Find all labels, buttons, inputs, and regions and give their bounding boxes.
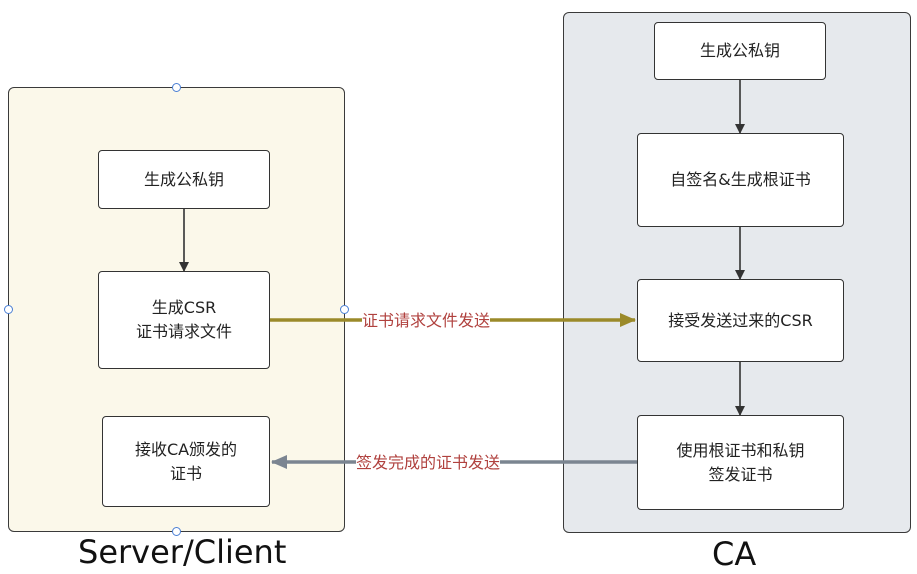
gen-csr-label-line1: 生成CSR <box>151 298 217 317</box>
issue-cert-label-line1: 使用根证书和私钥 <box>676 440 805 460</box>
gen-csr-node[interactable]: 生成CSR 证书请求文件 <box>98 271 270 369</box>
accept-csr-node[interactable]: 接受发送过来的CSR <box>637 279 844 362</box>
ca-gen-keys-node[interactable]: 生成公私钥 <box>654 22 826 80</box>
ca-lane-title: CA <box>712 535 757 573</box>
server-client-lane-title: Server/Client <box>78 533 287 571</box>
self-sign-label: 自签名&生成根证书 <box>670 170 811 189</box>
gen-csr-label-line2: 证书请求文件 <box>135 322 232 341</box>
receive-cert-label-line1: 接收CA颁发的 <box>134 439 238 459</box>
left-gen-keys-label: 生成公私钥 <box>143 169 224 189</box>
receive-cert-label-line2: 证书 <box>169 463 202 483</box>
ca-gen-keys-label: 生成公私钥 <box>699 41 780 60</box>
issue-cert-node[interactable]: 使用根证书和私钥 签发证书 <box>637 415 844 510</box>
issue-cert-label-line2: 签发证书 <box>708 464 773 484</box>
cert-send-label: 签发完成的证书发送 <box>356 453 501 473</box>
self-sign-node[interactable]: 自签名&生成根证书 <box>637 133 844 227</box>
left-gen-keys-node[interactable]: 生成公私钥 <box>98 150 270 209</box>
csr-send-label: 证书请求文件发送 <box>362 311 491 331</box>
accept-csr-label: 接受发送过来的CSR <box>668 310 813 330</box>
receive-cert-node[interactable]: 接收CA颁发的 证书 <box>102 416 270 507</box>
